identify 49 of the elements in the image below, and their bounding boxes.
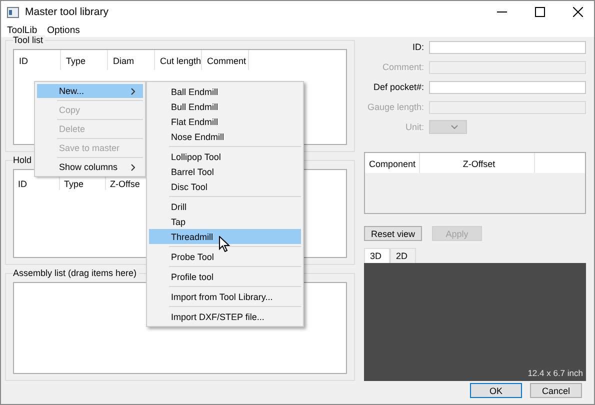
menu-item[interactable]: Ball Endmill	[149, 84, 301, 99]
chevron-down-icon	[451, 125, 458, 129]
menu-item[interactable]: Barrel Tool	[149, 164, 301, 179]
field-label: Gauge length:	[366, 102, 424, 112]
dialog-button[interactable]: OK	[470, 383, 522, 398]
window-title: Master tool library	[25, 6, 110, 18]
menu-item[interactable]: Drill	[149, 199, 301, 214]
field-label: ID:	[411, 42, 424, 52]
menu-item[interactable]: ToolLib	[7, 24, 38, 36]
menu-item[interactable]: New...	[37, 84, 143, 98]
view-button[interactable]: Reset view	[364, 226, 422, 241]
column-header[interactable]: ID	[14, 50, 61, 70]
input-field[interactable]	[429, 60, 586, 74]
app-icon	[7, 6, 19, 18]
menu-item[interactable]: Profile tool	[149, 269, 301, 284]
menu-item[interactable]: Import from Tool Library...	[149, 289, 301, 304]
column-header[interactable]: Component	[365, 153, 420, 173]
input-field[interactable]	[429, 100, 586, 114]
menu-item[interactable]: Flat Endmill	[149, 114, 301, 129]
column-header[interactable]: Cut length	[155, 50, 202, 70]
menu-item[interactable]: Threadmill	[149, 229, 301, 244]
field-label: Comment:	[381, 62, 424, 72]
column-header[interactable]: Z-Offset	[420, 153, 535, 173]
menu-item[interactable]: Nose Endmill	[149, 129, 301, 144]
close-icon	[573, 7, 583, 17]
view-tab[interactable]: 3D	[364, 248, 390, 263]
menu-item[interactable]: Import DXF/STEP file...	[149, 309, 301, 324]
field-label: Def pocket#:	[372, 82, 424, 92]
column-header[interactable]: Diam	[108, 50, 155, 70]
dialog-button[interactable]: Cancel	[530, 383, 582, 398]
group-title: Assembly list (drag items here)	[13, 268, 139, 279]
unit-dropdown[interactable]	[429, 120, 467, 134]
menu-item[interactable]: Lollipop Tool	[149, 149, 301, 164]
maximize-icon	[535, 7, 545, 17]
menu-item[interactable]: Options	[47, 24, 80, 36]
cursor-icon	[219, 236, 230, 253]
column-header[interactable]: Type	[61, 50, 108, 70]
column-header[interactable]: Comment	[202, 50, 249, 70]
dimensions-label: 12.4 x 6.7 inch	[528, 368, 583, 378]
group-title: Hold	[13, 155, 34, 166]
menu-item[interactable]: Probe Tool	[149, 249, 301, 264]
menu-item[interactable]: Disc Tool	[149, 179, 301, 194]
menu-item[interactable]: Bull Endmill	[149, 99, 301, 114]
view-tab[interactable]: 2D	[390, 248, 416, 263]
field-label: Unit:	[404, 122, 424, 132]
group-title: Tool list	[13, 35, 46, 46]
input-field[interactable]	[429, 80, 586, 94]
menu-item[interactable]: Tap	[149, 214, 301, 229]
input-field[interactable]	[429, 40, 586, 54]
